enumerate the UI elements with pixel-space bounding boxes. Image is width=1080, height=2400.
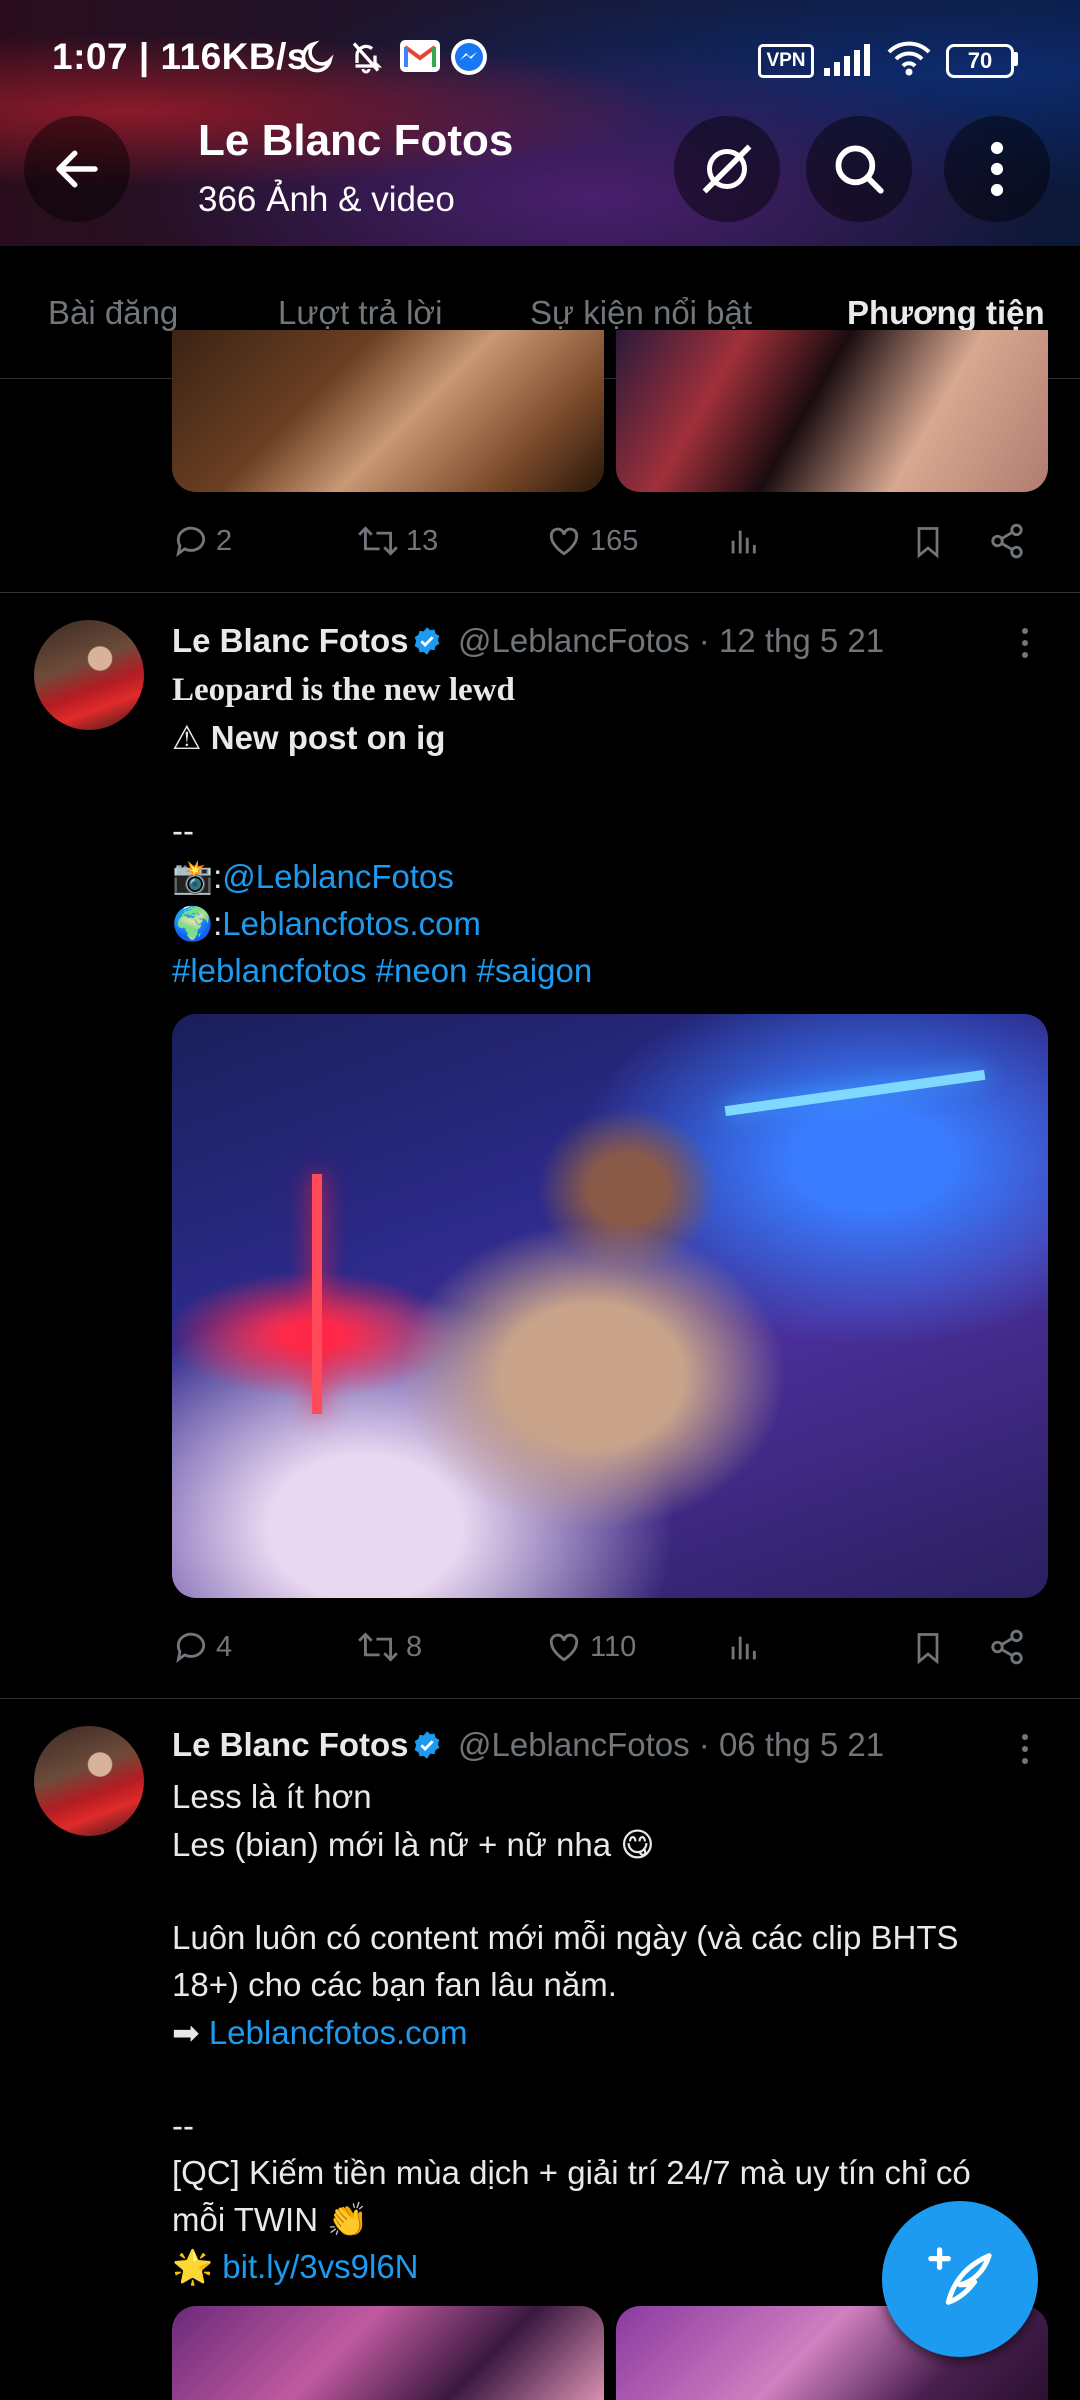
heart-icon [549, 1633, 579, 1662]
gmail-icon [400, 40, 440, 72]
globe-emoji-label: 🌍: [172, 905, 223, 942]
website-link[interactable]: Leblancfotos.com [222, 905, 481, 942]
like-count: 165 [590, 524, 639, 557]
tweet-text-line: 18+) cho các bạn fan lâu năm. [172, 1966, 617, 2003]
tweet-text-line: mỗi TWIN 👏 [172, 2201, 369, 2238]
tweet-image[interactable] [616, 330, 1048, 492]
tweet-text-line: Leopard is the new lewd [172, 672, 515, 708]
neon-light [724, 1069, 986, 1117]
wifi-icon [887, 41, 931, 76]
profile-header-banner: 1:07 | 116KB/s VPN 70 Le Blanc Fotos 366… [0, 0, 1080, 246]
tweet-text-line: 🌟 bit.ly/3vs9l6N [172, 2248, 419, 2287]
like-count: 110 [590, 1630, 637, 1663]
verified-badge-icon [414, 627, 440, 655]
tweet-text-line: -- [172, 2107, 194, 2144]
battery-indicator: 70 [946, 44, 1014, 78]
bell-off-icon [352, 42, 382, 74]
analytics-icon[interactable] [726, 1630, 760, 1666]
retweet-icon [358, 526, 398, 556]
share-icon[interactable] [988, 1628, 1026, 1666]
retweet-count: 13 [406, 524, 439, 557]
website-link[interactable]: Leblancfotos.com [209, 2014, 468, 2051]
status-bar: 1:07 | 116KB/s VPN 70 [0, 0, 1080, 92]
more-vertical-icon [990, 141, 1004, 197]
author-name[interactable]: Le Blanc Fotos [172, 1726, 409, 1764]
tweet-text-line: 📸:@LeblancFotos [172, 858, 454, 897]
reply-button[interactable]: 4 [172, 1628, 232, 1666]
like-button[interactable]: 110 [544, 1628, 636, 1666]
page-title: Le Blanc Fotos [198, 116, 514, 165]
search-icon [835, 145, 884, 194]
like-button[interactable]: 165 [544, 522, 638, 560]
tweet-more-button[interactable] [1020, 628, 1030, 664]
more-options-button[interactable] [944, 116, 1050, 222]
status-time-speed: 1:07 | 116KB/s [52, 36, 308, 77]
messenger-icon [451, 39, 487, 75]
retweet-icon [358, 1632, 398, 1662]
vpn-badge: VPN [758, 44, 814, 78]
media-count: 366 Ảnh & video [198, 180, 455, 219]
signal-icon [824, 44, 870, 76]
neon-light [312, 1174, 322, 1414]
tweet-text-line: [QC] Kiếm tiền mùa dịch + giải trí 24/7 … [172, 2154, 971, 2191]
tab-posts[interactable]: Bài đăng [48, 294, 178, 332]
hashtags-link[interactable]: #leblancfotos #neon #saigon [172, 952, 592, 990]
short-link[interactable]: bit.ly/3vs9l6N [222, 2248, 418, 2285]
tweet-text-line: ➡ Leblancfotos.com [172, 2013, 467, 2052]
moon-icon [301, 40, 334, 73]
grok-button[interactable] [674, 116, 780, 222]
reply-count: 4 [216, 1630, 233, 1663]
retweet-button[interactable]: 8 [356, 1628, 422, 1666]
tweet-text-line: Luôn luôn có content mới mỗi ngày (và cá… [172, 1919, 959, 1956]
star-emoji-label: 🌟 [172, 2248, 214, 2285]
author-handle-date: @LeblancFotos · 06 thg 5 21 [458, 1726, 885, 1763]
bookmark-icon[interactable] [910, 522, 946, 562]
reply-count: 2 [216, 524, 233, 557]
back-button[interactable] [24, 116, 130, 222]
heart-icon [549, 527, 579, 556]
tab-replies[interactable]: Lượt trả lời [278, 294, 442, 332]
verified-badge-icon [414, 1731, 440, 1759]
tab-highlights[interactable]: Sự kiện nổi bật [530, 294, 752, 332]
author-handle-date: @LeblancFotos · 12 thg 5 21 [458, 622, 885, 659]
tab-media[interactable]: Phương tiện [847, 294, 1045, 332]
tweet-image[interactable] [172, 330, 604, 492]
battery-tip [1013, 52, 1018, 66]
retweet-count: 8 [406, 1630, 423, 1663]
arrow-emoji-label: ➡ [172, 2014, 200, 2051]
tweet-text-line: Les (bian) mới là nữ + nữ nha 😋 [172, 1826, 655, 1863]
tweet-divider [0, 592, 1080, 593]
compose-tweet-button[interactable] [882, 2201, 1038, 2357]
feather-plus-icon [928, 2247, 992, 2305]
tweet-text-line: ⚠ New post on ig [172, 719, 446, 756]
avatar[interactable] [34, 620, 144, 730]
bookmark-icon[interactable] [910, 1628, 946, 1668]
grok-icon [702, 144, 752, 194]
tweet-image[interactable] [172, 1014, 1048, 1598]
arrow-left-icon [56, 150, 98, 188]
retweet-button[interactable]: 13 [356, 522, 438, 560]
tweet-text-line: 🌍:Leblancfotos.com [172, 905, 481, 944]
analytics-icon[interactable] [726, 524, 760, 560]
reply-icon [176, 1632, 206, 1664]
search-button[interactable] [806, 116, 912, 222]
tweet-more-button[interactable] [1020, 1734, 1030, 1770]
reply-icon [176, 526, 206, 558]
reply-button[interactable]: 2 [172, 522, 232, 560]
author-name[interactable]: Le Blanc Fotos [172, 622, 409, 660]
tweet-text-line: -- [172, 812, 194, 849]
tweet-text-line: Less là ít hơn [172, 1778, 372, 1815]
mention-link[interactable]: @LeblancFotos [222, 858, 454, 895]
avatar[interactable] [34, 1726, 144, 1836]
share-icon[interactable] [988, 522, 1026, 560]
camera-emoji-label: 📸: [172, 858, 223, 895]
tweet-image[interactable] [172, 2306, 604, 2400]
tweet-divider [0, 1698, 1080, 1699]
